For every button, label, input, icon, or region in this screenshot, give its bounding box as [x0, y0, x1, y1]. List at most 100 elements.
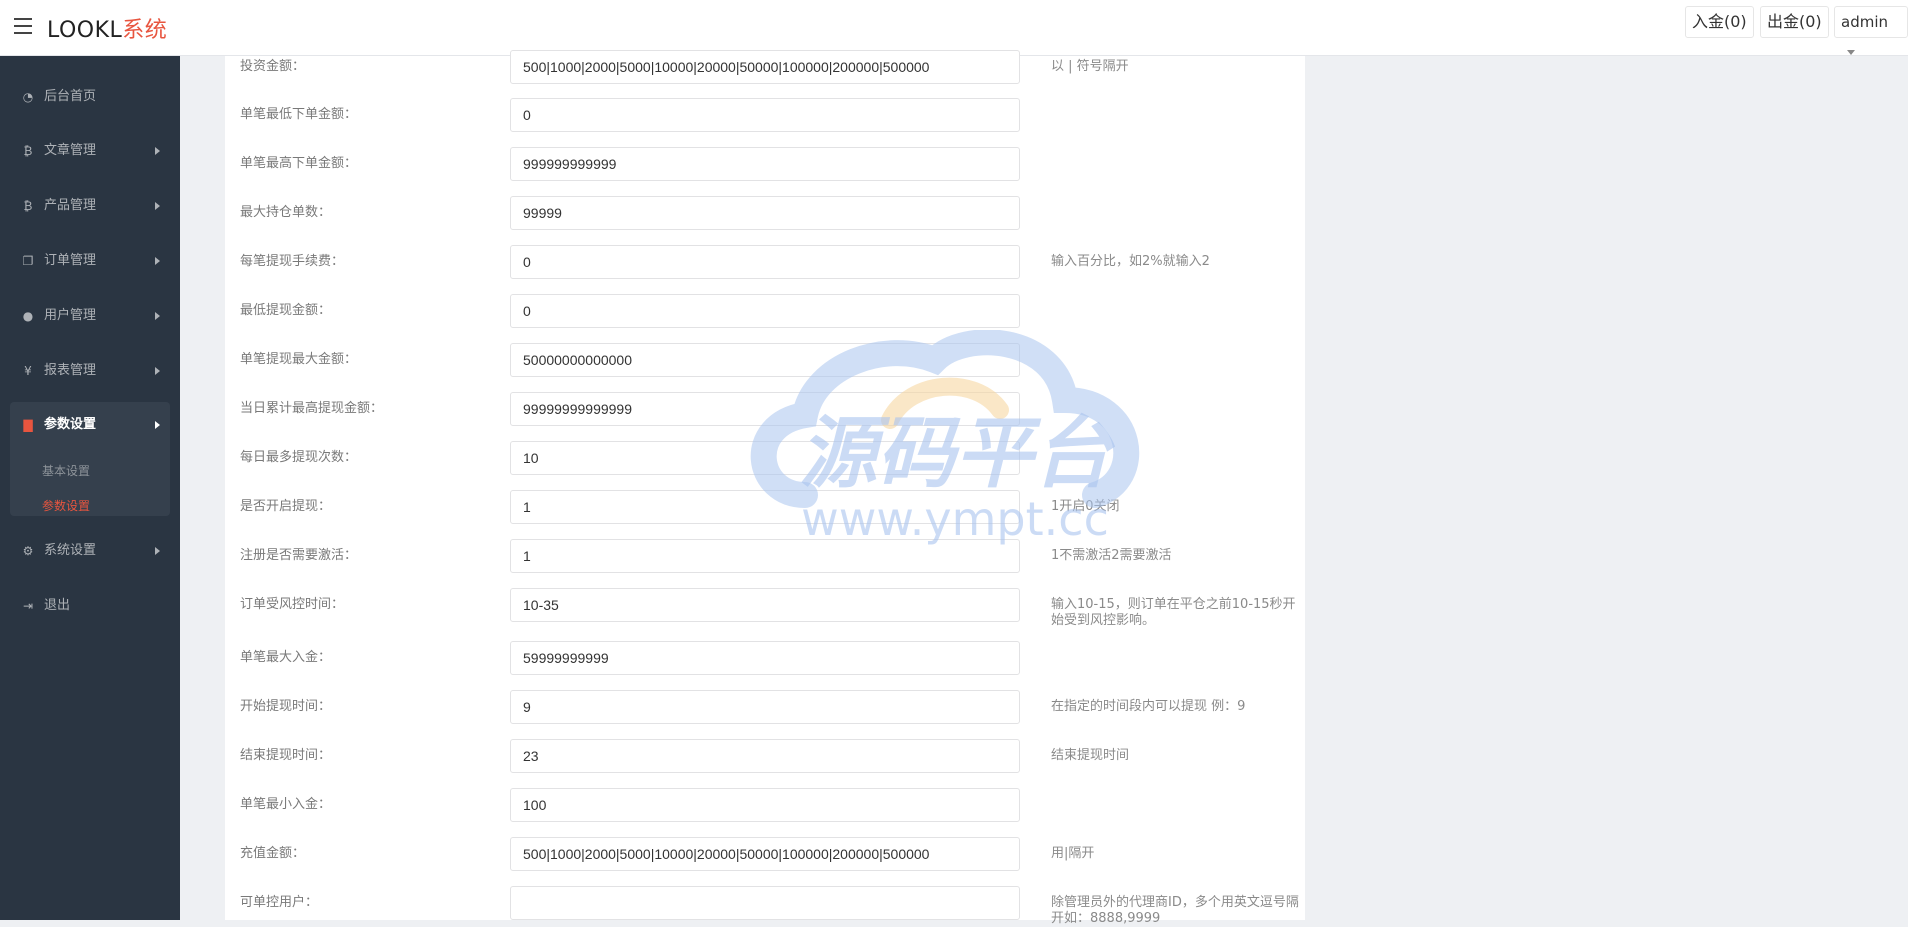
- form-row: 单笔最大入金： 59999999999: [225, 641, 1305, 675]
- sidebar-subitem-basic-settings[interactable]: 基本设置: [42, 462, 90, 479]
- field-label: 当日累计最高提现金额：: [240, 401, 384, 416]
- sidebar-item-users[interactable]: ● 用户管理: [10, 299, 170, 333]
- form-row: 可单控用户： 除管理员外的代理商ID，多个用英文逗号隔开如：8888,9999: [225, 886, 1305, 926]
- field-hint: [1051, 641, 1301, 650]
- sidebar-item-label: 报表管理: [44, 363, 97, 378]
- sidebar-item-label: 用户管理: [44, 308, 97, 323]
- copy-icon: ❐: [22, 254, 34, 268]
- form-row: 单笔最小入金： 100: [225, 788, 1305, 822]
- bitcoin-icon: ₿: [23, 144, 33, 158]
- files-icon: ▇: [23, 418, 33, 432]
- chevron-down-icon: [1847, 50, 1855, 55]
- form-row: 充值金额： 500|1000|2000|5000|10000|20000|500…: [225, 837, 1305, 871]
- brand-logo[interactable]: LOOKL系统: [47, 12, 167, 44]
- sidebar-item-label: 退出: [44, 598, 71, 613]
- recharge-amount-input[interactable]: 500|1000|2000|5000|10000|20000|50000|100…: [510, 837, 1020, 871]
- controllable-users-input[interactable]: [510, 886, 1020, 920]
- withdraw-enabled-input[interactable]: 1: [510, 490, 1020, 524]
- max-single-deposit-input[interactable]: 59999999999: [510, 641, 1020, 675]
- field-hint: [1051, 392, 1301, 401]
- form-row: 单笔提现最大金额： 50000000000000: [225, 343, 1305, 377]
- form-row: 注册是否需要激活： 1 1不需激活2需要激活: [225, 539, 1305, 573]
- min-withdraw-input[interactable]: 0: [510, 294, 1020, 328]
- form-row: 最大持仓单数： 99999: [225, 196, 1305, 230]
- chevron-right-icon: [155, 421, 160, 429]
- field-label: 单笔最大入金：: [240, 650, 332, 665]
- sidebar-item-label: 订单管理: [44, 253, 97, 268]
- sidebar-item-logout[interactable]: ⇥ 退出: [10, 589, 170, 623]
- field-hint: 1开启0关闭: [1051, 499, 1120, 514]
- field-hint: [1051, 147, 1301, 156]
- sidebar-item-system[interactable]: ⚙ 系统设置: [10, 534, 170, 568]
- withdraw-button[interactable]: 出金(0): [1760, 6, 1829, 38]
- sidebar-item-articles[interactable]: ₿ 文章管理: [10, 134, 170, 168]
- dashboard-icon: ◔: [22, 90, 34, 104]
- field-hint: 在指定的时间段内可以提现 例：9: [1051, 699, 1246, 714]
- sidebar-subitem-parameter-settings[interactable]: 参数设置: [42, 497, 90, 514]
- withdraw-fee-input[interactable]: 0: [510, 245, 1020, 279]
- sidebar-item-parameters[interactable]: ▇ 参数设置: [10, 408, 170, 442]
- field-label: 每笔提现手续费：: [240, 254, 345, 269]
- field-hint: 用|隔开: [1051, 846, 1095, 861]
- field-hint: 输入10-15，则订单在平仓之前10-15秒开始受到风控影响。: [1051, 597, 1296, 628]
- field-label: 单笔最低下单金额：: [240, 107, 358, 122]
- form-row: 是否开启提现： 1 1开启0关闭: [225, 490, 1305, 524]
- field-hint: [1051, 343, 1301, 352]
- chevron-right-icon: [155, 312, 160, 320]
- max-positions-input[interactable]: 99999: [510, 196, 1020, 230]
- form-row: 订单受风控时间： 10-35 输入10-15，则订单在平仓之前10-15秒开始受…: [225, 588, 1305, 628]
- settings-form: 投资金额： 500|1000|2000|5000|10000|20000|500…: [225, 50, 1305, 926]
- field-label: 单笔最小入金：: [240, 797, 332, 812]
- investment-amount-input[interactable]: 500|1000|2000|5000|10000|20000|50000|100…: [510, 50, 1020, 84]
- field-hint: [1051, 441, 1301, 450]
- field-label: 订单受风控时间：: [240, 597, 345, 612]
- sidebar-item-orders[interactable]: ❐ 订单管理: [10, 244, 170, 278]
- daily-withdraw-count-input[interactable]: 10: [510, 441, 1020, 475]
- withdraw-start-time-input[interactable]: 9: [510, 690, 1020, 724]
- sidebar-item-label: 参数设置: [44, 417, 97, 432]
- menu-toggle-icon[interactable]: [14, 18, 32, 34]
- sidebar-item-label: 后台首页: [44, 89, 97, 104]
- min-single-deposit-input[interactable]: 100: [510, 788, 1020, 822]
- max-order-amount-input[interactable]: 999999999999: [510, 147, 1020, 181]
- form-row: 当日累计最高提现金额： 99999999999999: [225, 392, 1305, 426]
- cogs-icon: ⚙: [22, 544, 34, 558]
- sidebar-item-label: 产品管理: [44, 198, 97, 213]
- field-label: 单笔最高下单金额：: [240, 156, 358, 171]
- field-hint: 输入百分比，如2%就输入2: [1051, 254, 1210, 269]
- withdraw-end-time-input[interactable]: 23: [510, 739, 1020, 773]
- chevron-right-icon: [155, 257, 160, 265]
- user-icon: ●: [22, 309, 34, 323]
- field-label: 单笔提现最大金额：: [240, 352, 358, 367]
- field-label: 结束提现时间：: [240, 748, 332, 763]
- form-row: 结束提现时间： 23 结束提现时间: [225, 739, 1305, 773]
- sidebar-item-dashboard[interactable]: ◔ 后台首页: [10, 80, 170, 114]
- field-hint: [1051, 294, 1301, 303]
- daily-max-withdraw-input[interactable]: 99999999999999: [510, 392, 1020, 426]
- yen-icon: ¥: [24, 364, 32, 378]
- brand-name: LOOKL: [47, 18, 123, 43]
- max-single-withdraw-input[interactable]: 50000000000000: [510, 343, 1020, 377]
- chevron-right-icon: [155, 547, 160, 555]
- user-dropdown[interactable]: admin: [1834, 6, 1908, 55]
- field-label: 每日最多提现次数：: [240, 450, 358, 465]
- sidebar-active-group: ▇ 参数设置 基本设置 参数设置: [10, 402, 170, 516]
- min-order-amount-input[interactable]: 0: [510, 98, 1020, 132]
- registration-activation-input[interactable]: 1: [510, 539, 1020, 573]
- form-row: 最低提现金额： 0: [225, 294, 1305, 328]
- field-hint: [1051, 196, 1301, 205]
- user-name: admin: [1841, 13, 1888, 31]
- field-label: 充值金额：: [240, 846, 306, 861]
- field-hint: 结束提现时间: [1051, 748, 1130, 763]
- risk-control-time-input[interactable]: 10-35: [510, 588, 1020, 622]
- field-label: 可单控用户：: [240, 895, 319, 910]
- sidebar-item-reports[interactable]: ¥ 报表管理: [10, 354, 170, 388]
- brand-accent: 系统: [122, 18, 168, 43]
- field-hint: [1051, 98, 1301, 107]
- field-hint: 除管理员外的代理商ID，多个用英文逗号隔开如：8888,9999: [1051, 895, 1299, 926]
- sidebar-item-products[interactable]: ₿ 产品管理: [10, 189, 170, 223]
- deposit-button[interactable]: 入金(0): [1685, 6, 1754, 38]
- chevron-right-icon: [155, 367, 160, 375]
- field-label: 最低提现金额：: [240, 303, 332, 318]
- sidebar: ◔ 后台首页 ₿ 文章管理 ₿ 产品管理 ❐ 订单管理 ● 用户管理 ¥ 报表管…: [0, 56, 180, 920]
